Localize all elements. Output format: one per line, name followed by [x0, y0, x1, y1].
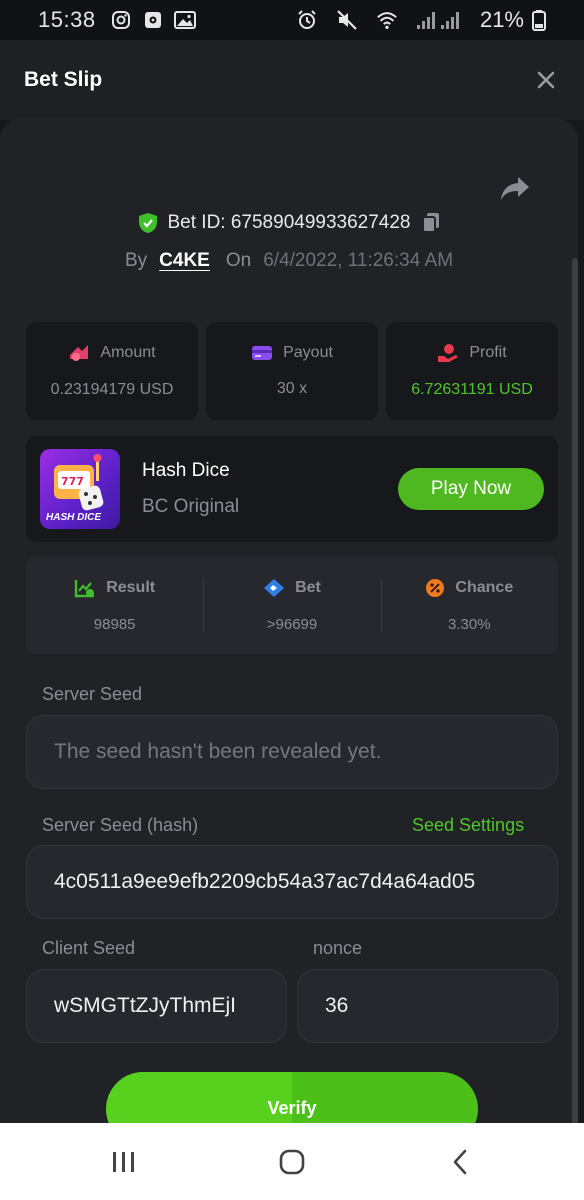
signal-icon	[416, 9, 462, 31]
client-seed-label: Client Seed	[42, 938, 136, 958]
result-value: 98985	[93, 615, 136, 633]
server-seed-hash-field[interactable]: 4c0511a9ee9efb2209cb54a37ac7d4a64ad05	[26, 845, 558, 919]
back-button[interactable]	[430, 1137, 490, 1187]
stat-label: Payout	[283, 344, 333, 361]
bet-label: Bet	[295, 578, 321, 596]
verify-button[interactable]: Verify	[106, 1072, 478, 1123]
battery-percent: 21%	[479, 7, 524, 32]
server-seed-hash-label: Server Seed (hash)	[42, 815, 199, 835]
by-label: By	[124, 250, 148, 271]
stat-label: Profit	[469, 344, 507, 361]
stat-payout: Payout 30 x	[206, 322, 378, 420]
bet-value: >96699	[266, 615, 318, 633]
chance-label: Chance	[455, 578, 514, 596]
back-icon	[453, 1149, 467, 1174]
game-thumb-label: HASH DICE	[46, 512, 102, 523]
status-time: 15:38	[38, 7, 96, 32]
instagram-icon	[110, 9, 132, 31]
server-seed-label: Server Seed	[42, 684, 143, 704]
close-button[interactable]	[532, 66, 560, 94]
bet-column: Bet >96699	[203, 556, 380, 654]
game-card: 777 HASH DICE Hash Dice BC Original Play…	[26, 436, 558, 542]
result-label: Result	[106, 578, 156, 596]
stat-amount: Amount 0.23194179 USD	[26, 322, 198, 420]
bet-icon	[264, 578, 285, 597]
bet-stats: Amount 0.23194179 USD Payout 30 x Profit…	[26, 322, 558, 420]
chance-column: Chance 3.30%	[380, 556, 558, 654]
system-nav-bar	[0, 1123, 584, 1200]
payout-icon	[252, 346, 273, 360]
bet-id-row: Bet ID: 67589049933627428	[0, 212, 578, 234]
bet-slip-header: Bet Slip	[0, 40, 584, 120]
svg-text:777: 777	[61, 475, 84, 488]
server-seed-field[interactable]: The seed hasn't been revealed yet.	[26, 715, 558, 789]
profit-icon	[438, 344, 459, 362]
stat-label: Amount	[100, 344, 156, 361]
game-thumbnail[interactable]: 777 HASH DICE	[40, 449, 120, 529]
game-name: Hash Dice	[142, 460, 230, 481]
wifi-icon	[376, 9, 398, 31]
mute-icon	[336, 9, 358, 31]
bet-detail-panel: Bet ID: 67589049933627428 By C4KE On 6/4…	[0, 118, 578, 1123]
stat-profit: Profit 6.72631191 USD	[386, 322, 558, 420]
alarm-icon	[296, 9, 318, 31]
gallery-icon	[173, 9, 196, 31]
verified-shield-icon	[138, 213, 157, 233]
share-icon	[501, 177, 529, 200]
amount-icon	[70, 345, 89, 361]
copy-icon	[421, 213, 439, 233]
chance-value: 3.30%	[448, 615, 491, 633]
stat-value: 0.23194179 USD	[50, 381, 174, 398]
client-seed-field[interactable]: wSMGTtZJyThmEjI	[26, 969, 287, 1043]
chance-icon	[426, 578, 445, 597]
nonce-label: nonce	[313, 938, 363, 958]
seed-settings-link[interactable]: Seed Settings	[412, 815, 524, 836]
nonce-field[interactable]: 36	[297, 969, 558, 1043]
stat-value: 30 x	[276, 380, 308, 397]
on-label: On	[225, 250, 252, 271]
stat-value: 6.72631191 USD	[411, 381, 533, 398]
scrollbar[interactable]	[572, 258, 578, 1123]
bet-date: 6/4/2022, 11:26:34 AM	[263, 250, 454, 271]
result-column: Result 98985	[26, 556, 203, 654]
share-button[interactable]	[498, 174, 532, 204]
play-now-button[interactable]: Play Now	[398, 468, 544, 510]
bet-id: Bet ID: 67589049933627428	[167, 212, 411, 233]
battery-icon	[532, 9, 546, 31]
copy-button[interactable]	[421, 212, 441, 234]
home-icon	[279, 1149, 305, 1174]
status-bar: 15:38 21%	[0, 0, 584, 40]
close-icon	[537, 71, 555, 89]
page-title: Bet Slip	[24, 68, 103, 91]
recent-apps-icon	[113, 1151, 134, 1172]
user-link[interactable]: C4KE	[159, 250, 210, 272]
sim-icon	[142, 9, 164, 31]
result-icon	[75, 579, 95, 597]
recent-apps-button[interactable]	[94, 1137, 154, 1187]
bet-meta-row: By C4KE On 6/4/2022, 11:26:34 AM	[0, 250, 578, 272]
home-button[interactable]	[262, 1137, 322, 1187]
result-summary: Result 98985 Bet >96699 Chance 3.30%	[26, 556, 558, 654]
game-provider: BC Original	[142, 496, 240, 517]
